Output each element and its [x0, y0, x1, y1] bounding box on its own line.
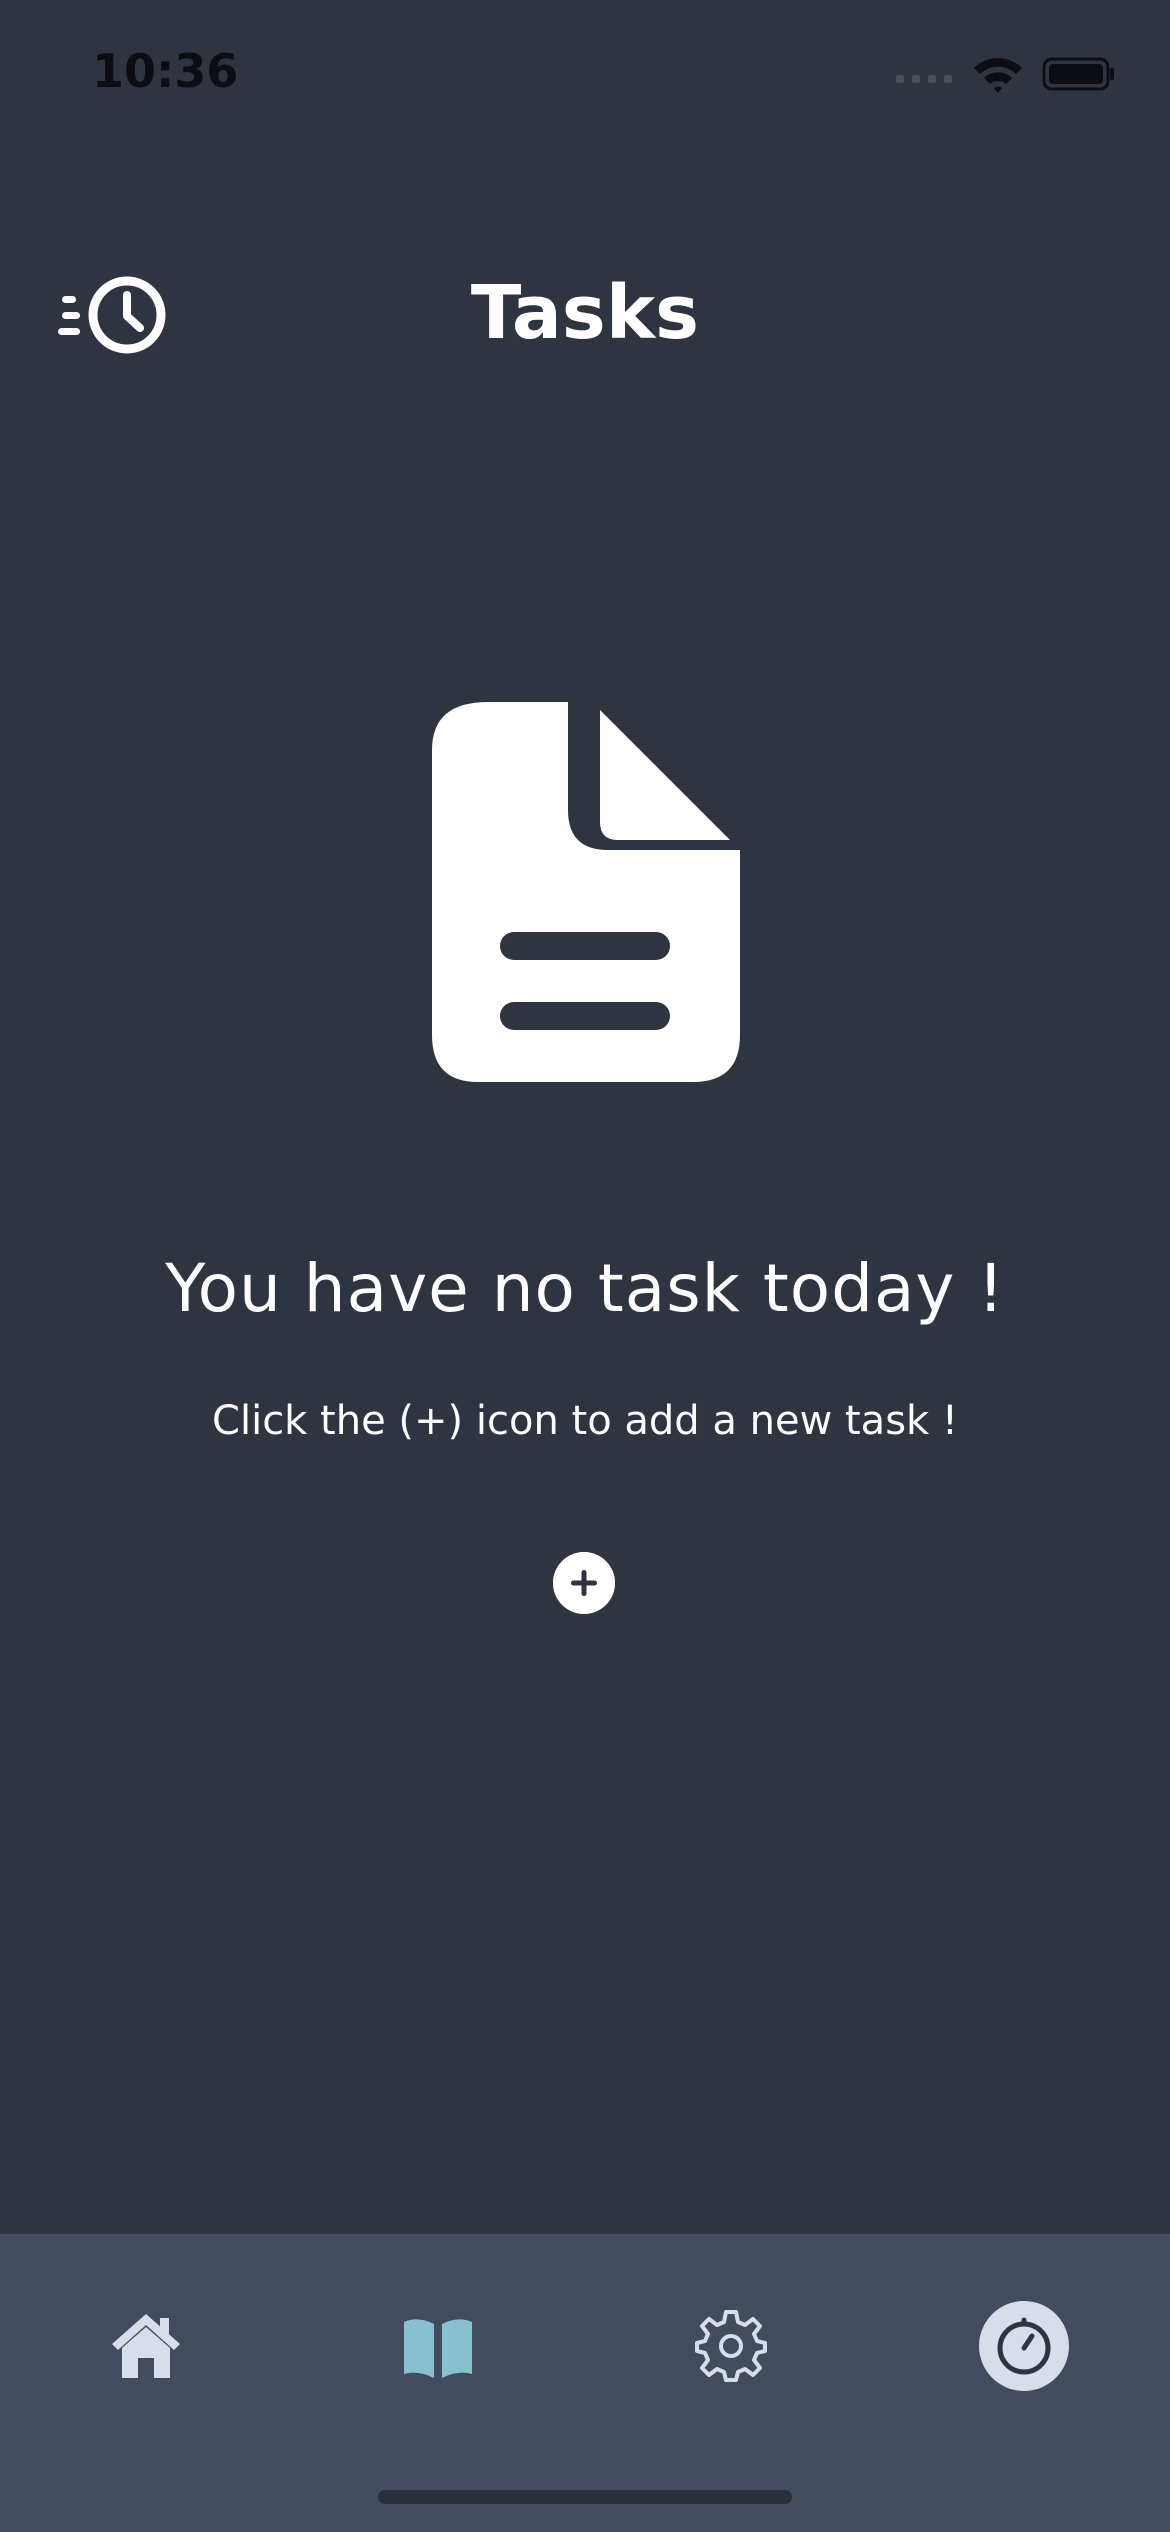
- nav-item-library[interactable]: [368, 2276, 508, 2416]
- nav-item-home[interactable]: [76, 2276, 216, 2416]
- book-icon: [404, 2319, 472, 2378]
- wifi-icon: [974, 58, 1022, 93]
- status-time: 10:36: [92, 44, 239, 98]
- battery-icon: [1042, 57, 1114, 91]
- nav-item-timer[interactable]: [954, 2276, 1094, 2416]
- nav-item-settings[interactable]: [661, 2276, 801, 2416]
- document-icon: [432, 702, 740, 1082]
- tasks-screen: 10:36 Tasks You have no task today ! Cli…: [0, 0, 1170, 2532]
- header: Tasks: [0, 240, 1170, 390]
- gear-icon: [695, 2310, 767, 2382]
- status-icons: [896, 52, 1116, 96]
- empty-state-title: You have no task today !: [165, 1250, 1005, 1327]
- home-indicator[interactable]: [378, 2490, 792, 2504]
- status-bar: 10:36: [0, 0, 1170, 150]
- add-task-button[interactable]: [553, 1552, 615, 1614]
- selected-tab-indicator: [979, 2301, 1069, 2391]
- empty-state-subtitle: Click the (+) icon to add a new task !: [212, 1398, 958, 1444]
- page-title: Tasks: [470, 270, 700, 356]
- home-icon: [112, 2314, 180, 2378]
- timer-icon: [997, 2317, 1051, 2375]
- cellular-signal-icon: [896, 75, 952, 83]
- bottom-navigation: [0, 2234, 1170, 2532]
- plus-circle-icon: [553, 1552, 615, 1614]
